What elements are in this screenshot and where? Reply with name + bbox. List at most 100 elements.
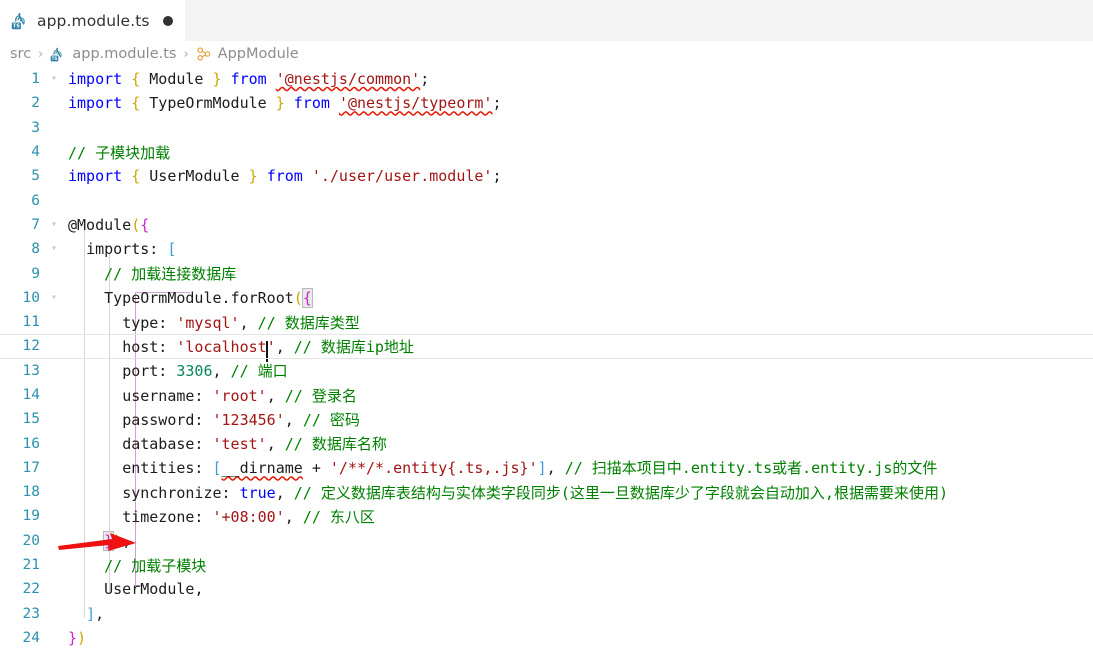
token-string: 'localhost	[176, 337, 267, 356]
code-line[interactable]: 17 entities: [__dirname + '/**/*.entity{…	[0, 456, 1093, 480]
token-string: '/**/*.entity{.ts,.js}'	[329, 459, 538, 478]
code-line[interactable]: 15 password: '123456', // 密码	[0, 407, 1093, 431]
token-function: forRoot	[230, 288, 294, 307]
code-line[interactable]: 24 })	[0, 626, 1093, 649]
code-editor-area[interactable]: 1 ▾ import { Module } from '@nestjs/comm…	[0, 67, 1093, 649]
token-comment: // 数据库类型	[257, 313, 360, 332]
line-number: 5	[31, 168, 40, 185]
token-brace: }	[275, 94, 285, 113]
token-property: type:	[122, 313, 168, 332]
line-number: 12	[22, 338, 40, 355]
token-paren: (	[131, 215, 141, 234]
token-brace: }	[248, 167, 258, 186]
code-line[interactable]: 6	[0, 188, 1093, 212]
token-string: '123456'	[212, 410, 285, 429]
code-line[interactable]: 19 timezone: '+08:00', // 东八区	[0, 504, 1093, 528]
code-line[interactable]: 14 username: 'root', // 登录名	[0, 383, 1093, 407]
code-text: type: 'mysql', // 数据库类型	[62, 312, 1093, 333]
token-decorator: @Module	[68, 215, 132, 234]
line-number: 24	[22, 629, 40, 646]
red-arrow-annotation-icon	[58, 533, 136, 551]
code-line[interactable]: 2 import { TypeOrmModule } from '@nestjs…	[0, 91, 1093, 115]
code-text: username: 'root', // 登录名	[62, 385, 1093, 406]
code-line[interactable]: 13 port: 3306, // 端口	[0, 359, 1093, 383]
code-line[interactable]: 23 ],	[0, 602, 1093, 626]
code-line[interactable]: 5 import { UserModule } from './user/use…	[0, 164, 1093, 188]
code-text: TypeOrmModule.forRoot({	[62, 287, 1093, 308]
token-identifier: UserModule	[149, 167, 240, 186]
line-number: 13	[22, 362, 40, 379]
token-keyword: import	[68, 94, 123, 113]
nestjs-typescript-file-icon: TS	[11, 12, 25, 30]
token-property: username:	[122, 386, 204, 405]
code-text: database: 'test', // 数据库名称	[62, 433, 1093, 454]
code-line[interactable]: 9 // 加载连接数据库	[0, 261, 1093, 285]
token-comment: // 定义数据库表结构与实体类字段同步(这里一旦数据库少了字段就会自动加入,根据…	[293, 483, 948, 502]
token-string: './user/user.module'	[311, 167, 493, 186]
line-number: 16	[22, 435, 40, 452]
line-number: 21	[22, 557, 40, 574]
token-comma: ,	[239, 313, 249, 332]
token-property: imports:	[86, 240, 159, 259]
breadcrumb-item-src[interactable]: src	[10, 46, 31, 62]
chevron-down-icon[interactable]: ▾	[46, 219, 62, 230]
nestjs-typescript-file-icon: TS	[51, 47, 63, 62]
token-brace: {	[140, 215, 150, 234]
token-comment: // 子模块加载	[68, 143, 171, 162]
code-line[interactable]: 8 ▾ imports: [	[0, 237, 1093, 261]
code-line[interactable]: 18 synchronize: true, // 定义数据库表结构与实体类字段同…	[0, 480, 1093, 504]
chevron-down-icon[interactable]: ▾	[46, 292, 62, 303]
token-keyword: from	[293, 94, 330, 113]
token-brace: }	[212, 70, 222, 89]
code-text: // 加载连接数据库	[62, 263, 1093, 284]
token-identifier: Module	[149, 70, 204, 89]
token-property: timezone:	[122, 507, 204, 526]
tab-bar: TS app.module.ts	[0, 0, 1093, 41]
code-line[interactable]: 4 // 子模块加载	[0, 140, 1093, 164]
token-bracket: [	[212, 459, 222, 478]
editor-tab-app-module-ts[interactable]: TS app.module.ts	[0, 0, 186, 41]
line-number: 18	[22, 484, 40, 501]
token-keyword: from	[230, 70, 267, 89]
code-line[interactable]: 11 type: 'mysql', // 数据库类型	[0, 310, 1093, 334]
chevron-right-icon: ›	[38, 46, 44, 62]
code-line-active[interactable]: 12 host: 'localhost', // 数据库ip地址	[0, 334, 1093, 362]
tab-label: app.module.ts	[37, 11, 150, 30]
line-number: 14	[22, 387, 40, 403]
code-line[interactable]: 22 UserModule,	[0, 577, 1093, 601]
code-line[interactable]: 16 database: 'test', // 数据库名称	[0, 431, 1093, 455]
token-comma: ,	[546, 459, 556, 478]
breadcrumb-item-app-module-ts[interactable]: app.module.ts	[72, 46, 176, 62]
class-symbol-icon	[197, 47, 210, 61]
line-number: 23	[22, 605, 40, 622]
code-line[interactable]: 20 }),	[0, 529, 1093, 553]
token-boolean: true	[239, 483, 276, 502]
token-property: host:	[122, 337, 168, 356]
token-property: port:	[122, 362, 168, 381]
unsaved-dot-icon[interactable]	[162, 15, 173, 26]
code-line[interactable]: 1 ▾ import { Module } from '@nestjs/comm…	[0, 67, 1093, 91]
code-line[interactable]: 3	[0, 116, 1093, 140]
token-comma: ,	[194, 580, 204, 599]
code-text: timezone: '+08:00', // 东八区	[62, 506, 1093, 527]
breadcrumb-item-app-module[interactable]: AppModule	[218, 46, 299, 62]
code-text: password: '123456', // 密码	[62, 409, 1093, 430]
code-line[interactable]: 10 ▾ TypeOrmModule.forRoot({	[0, 286, 1093, 310]
code-line[interactable]: 21 // 加载子模块	[0, 553, 1093, 577]
line-number: 1	[31, 71, 40, 88]
svg-text:TS: TS	[13, 24, 20, 30]
token-property: entities:	[122, 459, 204, 478]
token-brace: {	[131, 70, 141, 89]
token-string: 'test'	[212, 435, 267, 454]
chevron-down-icon[interactable]: ▾	[46, 244, 62, 254]
line-number: 7	[31, 216, 40, 233]
code-line[interactable]: 7 ▾ @Module({	[0, 213, 1093, 237]
chevron-down-icon[interactable]: ▾	[46, 74, 62, 84]
token-brace: }	[68, 628, 78, 647]
token-comma: ,	[275, 337, 285, 356]
token-comment: // 数据库ip地址	[293, 337, 414, 356]
token-semicolon: ;	[492, 167, 502, 186]
token-paren: (	[293, 288, 303, 307]
token-comment: // 密码	[302, 410, 360, 429]
token-operator: +	[302, 459, 330, 478]
